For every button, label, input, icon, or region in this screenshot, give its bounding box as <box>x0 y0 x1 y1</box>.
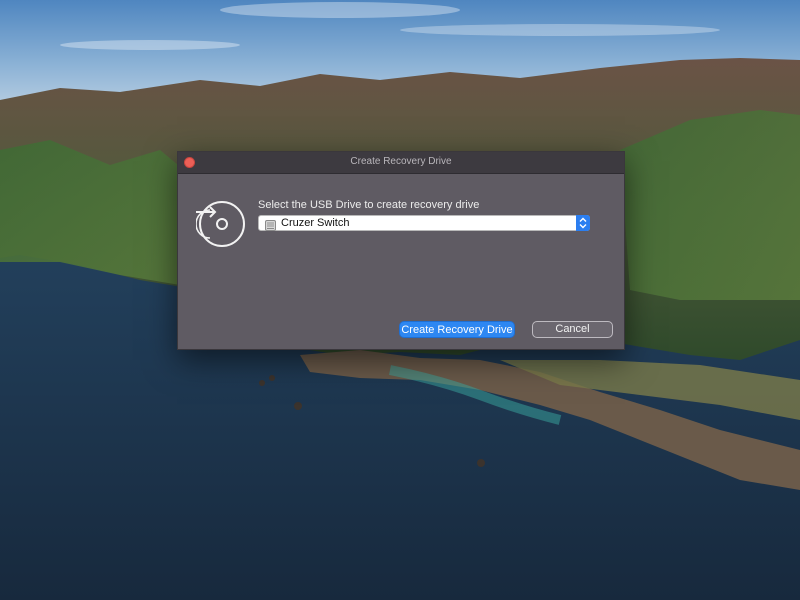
cancel-button[interactable]: Cancel <box>532 321 613 338</box>
window-title: Create Recovery Drive <box>350 156 452 167</box>
selected-drive-value: Cruzer Switch <box>281 217 350 229</box>
chevron-updown-icon[interactable] <box>576 215 590 231</box>
window-titlebar[interactable]: Create Recovery Drive <box>178 152 624 174</box>
usb-drive-select[interactable]: Cruzer Switch <box>258 215 590 231</box>
create-recovery-drive-dialog: Create Recovery Drive Select the USB Dri… <box>177 151 625 350</box>
usb-select-prompt: Select the USB Drive to create recovery … <box>258 199 480 211</box>
hard-drive-icon <box>265 218 276 231</box>
disc-arrow-icon <box>195 199 248 249</box>
create-recovery-drive-button[interactable]: Create Recovery Drive <box>399 321 515 338</box>
